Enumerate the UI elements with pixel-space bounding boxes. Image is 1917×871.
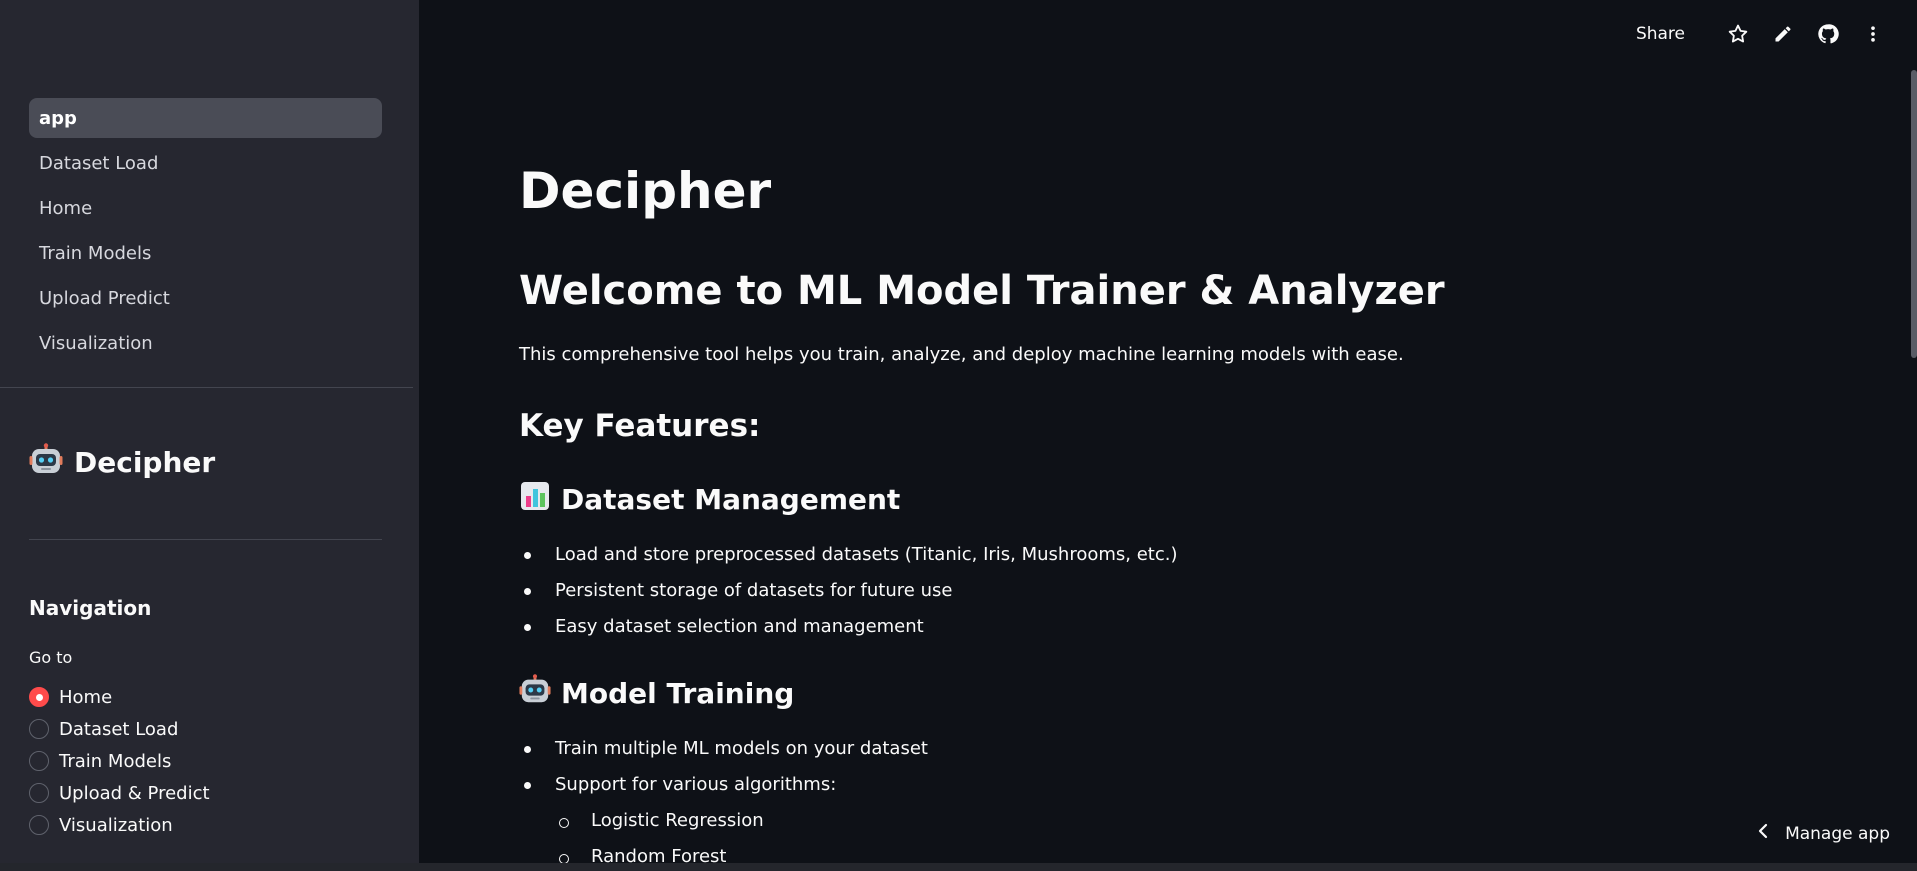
sub-list-item: Logistic Regression xyxy=(519,803,928,839)
bar-chart-icon xyxy=(519,480,551,519)
page-nav: app Dataset Load Home Train Models Uploa… xyxy=(29,98,382,368)
section-heading-dataset-management: Dataset Management xyxy=(519,480,900,519)
sidebar-brand: Decipher xyxy=(29,443,215,481)
sidebar-divider xyxy=(29,539,382,540)
radio-button[interactable] xyxy=(29,783,49,803)
top-toolbar: Share xyxy=(1636,22,1885,46)
manage-app-button[interactable]: Manage app xyxy=(1757,823,1890,844)
sidebar-brand-title: Decipher xyxy=(74,445,216,479)
sidebar: app Dataset Load Home Train Models Uploa… xyxy=(0,0,419,863)
dataset-feature-list: Load and store preprocessed datasets (Ti… xyxy=(519,537,1178,645)
intro-text: This comprehensive tool helps you train,… xyxy=(519,344,1404,365)
radio-button[interactable] xyxy=(29,815,49,835)
radio-home[interactable]: Home xyxy=(29,681,210,713)
list-item: Persistent storage of datasets for futur… xyxy=(519,573,1178,609)
page-nav-item-train-models[interactable]: Train Models xyxy=(29,233,382,273)
radio-dataset-load[interactable]: Dataset Load xyxy=(29,713,210,745)
chevron-left-icon xyxy=(1757,823,1769,844)
share-button[interactable]: Share xyxy=(1636,24,1685,44)
radio-label: Visualization xyxy=(59,814,173,836)
list-item: Train multiple ML models on your dataset xyxy=(519,731,928,767)
radio-visualization[interactable]: Visualization xyxy=(29,809,210,841)
section-heading-model-training: Model Training xyxy=(519,674,794,713)
pencil-icon[interactable] xyxy=(1771,22,1795,46)
section-title: Dataset Management xyxy=(561,483,901,516)
scrollbar[interactable] xyxy=(1911,70,1917,358)
radio-button[interactable] xyxy=(29,751,49,771)
page-nav-item-visualization[interactable]: Visualization xyxy=(29,323,382,363)
robot-icon xyxy=(519,674,551,713)
sidebar-divider xyxy=(0,387,413,388)
manage-app-label: Manage app xyxy=(1785,823,1890,844)
star-icon[interactable] xyxy=(1726,22,1750,46)
github-icon[interactable] xyxy=(1816,22,1840,46)
welcome-heading: Welcome to ML Model Trainer & Analyzer xyxy=(519,268,1445,314)
goto-label: Go to xyxy=(29,648,73,667)
section-title: Model Training xyxy=(561,677,795,710)
page-title: Decipher xyxy=(519,162,772,220)
radio-label: Home xyxy=(59,686,113,708)
radio-label: Train Models xyxy=(59,750,172,772)
bottom-strip xyxy=(0,863,1917,871)
more-vertical-icon[interactable] xyxy=(1861,22,1885,46)
page-nav-item-home[interactable]: Home xyxy=(29,188,382,228)
page-nav-item-upload-predict[interactable]: Upload Predict xyxy=(29,278,382,318)
training-feature-list: Train multiple ML models on your dataset… xyxy=(519,731,928,871)
list-item: Support for various algorithms: xyxy=(519,767,928,803)
radio-button[interactable] xyxy=(29,719,49,739)
radio-label: Dataset Load xyxy=(59,718,179,740)
radio-train-models[interactable]: Train Models xyxy=(29,745,210,777)
page-radio-group: Home Dataset Load Train Models Upload & … xyxy=(29,681,210,841)
navigation-heading: Navigation xyxy=(29,596,152,620)
robot-icon xyxy=(29,443,63,481)
radio-upload-predict[interactable]: Upload & Predict xyxy=(29,777,210,809)
list-item: Easy dataset selection and management xyxy=(519,609,1178,645)
page-nav-item-dataset-load[interactable]: Dataset Load xyxy=(29,143,382,183)
features-heading: Key Features: xyxy=(519,408,761,444)
radio-label: Upload & Predict xyxy=(59,782,210,804)
page-nav-item-app[interactable]: app xyxy=(29,98,382,138)
radio-button[interactable] xyxy=(29,687,49,707)
list-item: Load and store preprocessed datasets (Ti… xyxy=(519,537,1178,573)
